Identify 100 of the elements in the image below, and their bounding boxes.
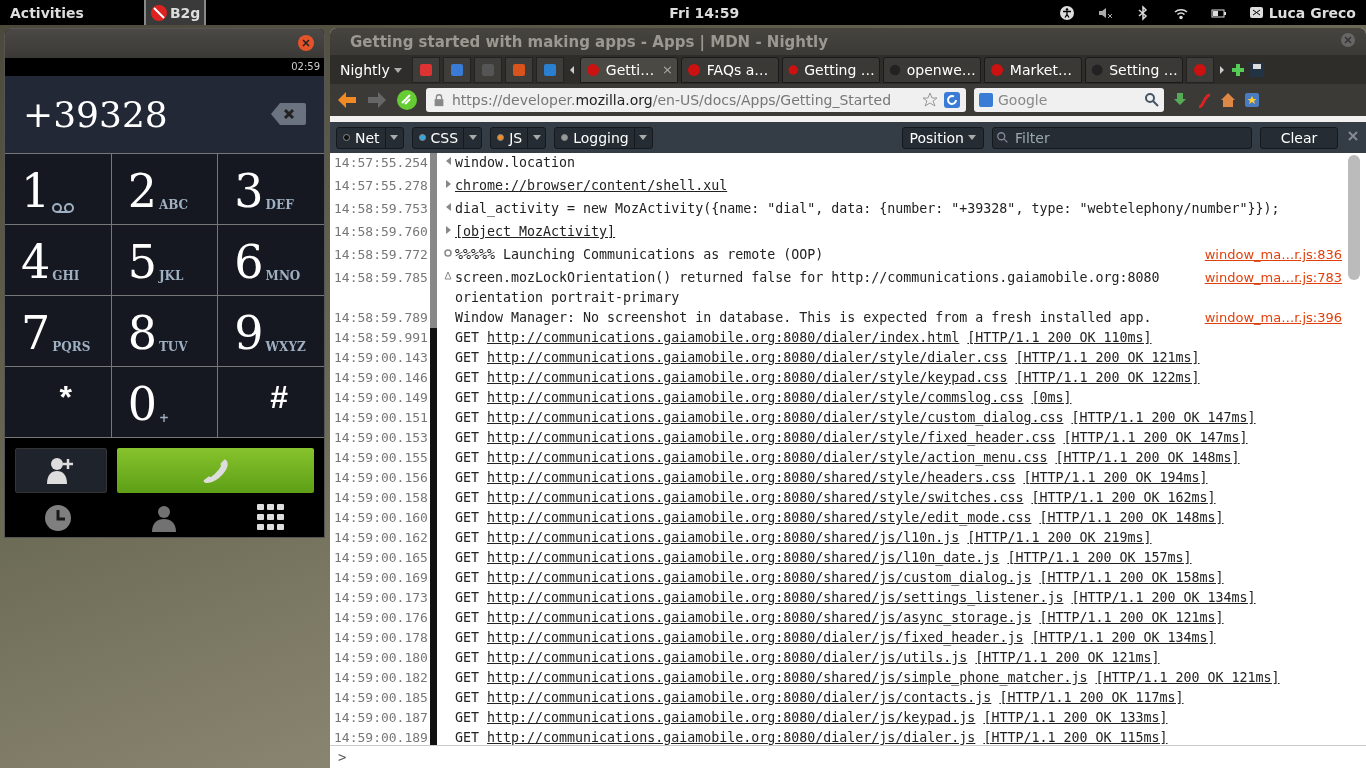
position-dropdown[interactable]: Position [902,126,984,149]
request-status-link[interactable]: [HTTP/1.1 200 OK 147ms] [1071,408,1256,428]
request-status-link[interactable]: [HTTP/1.1 200 OK 117ms] [999,688,1184,708]
request-url-link[interactable]: http://communications.gaiamobile.org:8080/dialer/js/keypad.js [487,708,976,728]
chat-icon [1248,4,1265,21]
log-timestamp: 14:59:00.173 [333,589,429,607]
request-status-link[interactable]: [HTTP/1.1 200 OK 148ms] [1055,448,1240,468]
object-link[interactable]: chrome://browser/content/shell.xul [455,178,728,193]
request-status-link[interactable]: [HTTP/1.1 200 OK 110ms] [967,328,1152,348]
add-contact-button[interactable] [15,448,107,494]
request-url-link[interactable]: http://communications.gaiamobile.org:8080/dialer/index.html [487,328,960,348]
search-field[interactable]: Google [974,88,1164,112]
log-timestamp: 14:59:00.182 [333,669,429,687]
source-link[interactable]: window_ma…r.js:396 [1204,308,1342,328]
request-status-link[interactable]: [HTTP/1.1 200 OK 115ms] [983,728,1168,745]
keypad-key[interactable]: * [5,367,111,438]
request-status-link[interactable]: [HTTP/1.1 200 OK 219ms] [967,528,1152,548]
request-url-link[interactable]: http://communications.gaiamobile.org:8080/shared/js/l10n_date.js [487,548,1000,568]
console-filter-button[interactable]: Net [336,126,404,149]
call-button[interactable] [117,448,314,494]
request-status-link[interactable]: [HTTP/1.1 200 OK 148ms] [1039,508,1224,528]
keypad-key[interactable]: 7 PQRS [5,296,111,367]
request-status-link[interactable]: [HTTP/1.1 200 OK 157ms] [1007,548,1192,568]
request-url-link[interactable]: http://communications.gaiamobile.org:8080/shared/js/l10n.js [487,528,960,548]
browser-tab[interactable]: Getti… × [579,56,678,83]
request-method: GET [455,589,480,607]
clear-button[interactable]: Clear [1260,126,1338,149]
browser-tab[interactable]: Setting … [1084,56,1183,83]
close-button[interactable] [298,35,314,52]
keypad-key[interactable]: 4 GHI [5,225,111,296]
request-status-link[interactable]: [HTTP/1.1 200 OK 121ms] [1015,348,1200,368]
log-timestamp: 14:59:00.143 [333,349,429,367]
request-status-link[interactable]: [HTTP/1.1 200 OK 194ms] [1023,468,1208,488]
browser-tab[interactable]: Market… [983,56,1082,83]
request-url-link[interactable]: http://communications.gaiamobile.org:8080/dialer/style/fixed_header.css [487,428,1056,448]
request-status-link[interactable]: [0ms] [1031,388,1072,408]
request-status-link[interactable]: [HTTP/1.1 200 OK 122ms] [1015,368,1200,388]
request-url-link[interactable]: http://communications.gaiamobile.org:8080/shared/js/simple_phone_matcher.js [487,668,1088,688]
favicon-icon [685,61,702,78]
request-url-link[interactable]: http://communications.gaiamobile.org:8080/dialer/style/custom_dialog.css [487,408,1064,428]
clock[interactable]: Fri 14:59 [669,4,740,21]
user-menu[interactable]: Luca Greco [1268,4,1356,21]
caret-icon [967,134,977,141]
request-url-link[interactable]: http://communications.gaiamobile.org:8080/shared/js/async_storage.js [487,608,1032,628]
app-tab[interactable] [535,56,564,83]
log-timestamp: 14:59:00.149 [333,389,429,407]
object-link[interactable]: [object MozActivity] [455,224,616,239]
request-url-link[interactable]: http://communications.gaiamobile.org:8080/shared/style/edit_mode.css [487,508,1032,528]
keypad-key[interactable]: 0+ [111,367,218,438]
filter-field[interactable]: Filter [992,126,1252,149]
console-filter-button[interactable]: JS [490,126,547,149]
keypad-key[interactable]: 9 WXYZ [218,296,324,367]
request-status-link[interactable]: [HTTP/1.1 200 OK 121ms] [1039,608,1224,628]
app-tab[interactable] [411,56,440,83]
browser-tab[interactable]: Getting … [781,56,880,83]
request-url-link[interactable]: http://communications.gaiamobile.org:8080/dialer/style/action_menu.css [487,448,1048,468]
console-filter-button[interactable]: CSS [411,126,483,149]
request-status-link[interactable]: [HTTP/1.1 200 OK 147ms] [1063,428,1248,448]
app-tab[interactable] [473,56,502,83]
request-url-link[interactable]: http://communications.gaiamobile.org:8080/shared/js/settings_listener.js [487,588,1064,608]
request-url-link[interactable]: http://communications.gaiamobile.org:8080/dialer/js/dialer.js [487,728,976,745]
keypad-key[interactable]: 5 JKL [111,225,218,296]
request-url-link[interactable]: http://communications.gaiamobile.org:8080/dialer/style/keypad.css [487,368,1008,388]
request-url-link[interactable]: http://communications.gaiamobile.org:8080/dialer/js/utils.js [487,648,968,668]
request-url-link[interactable]: http://communications.gaiamobile.org:8080/dialer/style/dialer.css [487,348,1008,368]
request-url-link[interactable]: http://communications.gaiamobile.org:8080/dialer/js/contacts.js [487,688,992,708]
request-status-link[interactable]: [HTTP/1.1 200 OK 133ms] [983,708,1168,728]
nightly-menu-button[interactable]: Nightly [334,61,409,78]
console-prompt[interactable]: > [338,749,347,765]
console-filter-button[interactable]: Logging [554,126,653,149]
request-url-link[interactable]: http://communications.gaiamobile.org:8080/dialer/js/fixed_header.js [487,628,1024,648]
browser-tab[interactable]: FAQs a… [680,56,779,83]
request-status-link[interactable]: [HTTP/1.1 200 OK 134ms] [1031,628,1216,648]
request-url-link[interactable]: http://communications.gaiamobile.org:8080/shared/style/switches.css [487,488,1024,508]
url-field[interactable]: https://developer.mozilla.org/en-US/docs/Apps/Getting_Started [426,88,966,112]
request-status-link[interactable]: [HTTP/1.1 200 OK 121ms] [1095,668,1280,688]
keypad-key[interactable]: 1 [5,154,111,225]
source-link[interactable]: window_ma…r.js:783 [1204,268,1342,308]
request-status-link[interactable]: [HTTP/1.1 200 OK 134ms] [1071,588,1256,608]
activities-button[interactable]: Activities [10,4,84,21]
keypad-key[interactable]: # [218,367,324,438]
app-menu[interactable]: B2g [143,0,207,25]
request-status-link[interactable]: [HTTP/1.1 200 OK 162ms] [1031,488,1216,508]
app-tab[interactable] [442,56,471,83]
keypad-key[interactable]: 2 ABC [111,154,218,225]
app-tab[interactable] [504,56,533,83]
source-link[interactable]: window_ma…r.js:836 [1204,245,1342,268]
browser-tab[interactable]: openwe… [882,56,981,83]
request-url-link[interactable]: http://communications.gaiamobile.org:8080/shared/style/headers.css [487,468,1016,488]
request-url-link[interactable]: http://communications.gaiamobile.org:8080/shared/js/custom_dialog.js [487,568,1032,588]
request-status-link[interactable]: [HTTP/1.1 200 OK 121ms] [975,648,1160,668]
request-method: GET [455,669,480,687]
browser-tab[interactable] [1185,56,1214,83]
keypad-key[interactable]: 6 MNO [218,225,324,296]
caret-icon [392,65,403,74]
request-url-link[interactable]: http://communications.gaiamobile.org:8080/dialer/style/commslog.css [487,388,1024,408]
keypad-key[interactable]: 8 TUV [111,296,218,367]
keypad-key[interactable]: 3 DEF [218,154,324,225]
request-status-link[interactable]: [HTTP/1.1 200 OK 158ms] [1039,568,1224,588]
scrollbar-thumb[interactable] [1348,155,1360,280]
